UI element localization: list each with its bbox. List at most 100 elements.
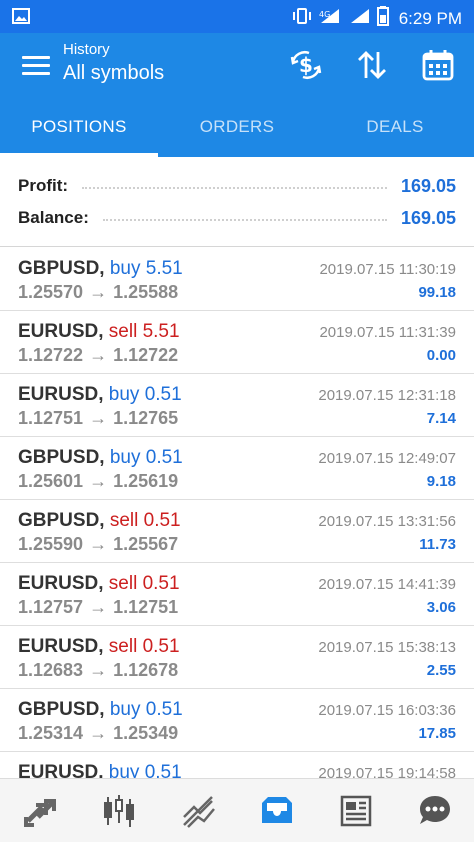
tab-orders[interactable]: ORDERS xyxy=(158,97,316,157)
sort-button[interactable] xyxy=(354,47,390,83)
trade-row[interactable]: EURUSD, sell 0.51 1.12757 → 1.12751 2019.0… xyxy=(0,563,474,626)
dotted-leader xyxy=(102,219,387,221)
close-price: 1.25619 xyxy=(113,471,179,491)
trade-symbol: EURUSD, xyxy=(18,384,104,405)
svg-text:4G: 4G xyxy=(319,10,330,19)
open-price: 1.12683 xyxy=(18,660,84,680)
trade-row[interactable]: EURUSD, sell 5.51 1.12722 → 1.12722 2019.0… xyxy=(0,311,474,374)
nav-trade[interactable] xyxy=(158,779,237,842)
trade-time: 2019.07.15 12:31:18 xyxy=(318,387,456,404)
trade-symbol: EURUSD, xyxy=(18,762,104,778)
battery-icon xyxy=(376,6,389,31)
trade-profit: 11.73 xyxy=(419,536,456,553)
trade-icon xyxy=(182,795,215,828)
chart-icon xyxy=(103,794,134,827)
image-notification-icon xyxy=(12,8,30,29)
trade-symbol: EURUSD, xyxy=(18,321,104,342)
close-price: 1.25588 xyxy=(113,282,179,302)
tab-deals[interactable]: DEALS xyxy=(316,97,474,157)
currency-exchange-icon: $ xyxy=(290,51,322,79)
trade-side: buy 0.51 xyxy=(108,384,182,405)
close-price: 1.12722 xyxy=(113,345,179,365)
arrow-icon: → xyxy=(89,597,108,617)
trade-time: 2019.07.15 11:30:19 xyxy=(319,261,456,278)
trade-profit: 2.55 xyxy=(426,662,456,679)
trade-symbol: GBPUSD, xyxy=(18,510,105,531)
trade-row[interactable]: EURUSD, buy 0.51 2019.07.15 19:14:58 xyxy=(0,752,474,778)
trade-time: 2019.07.15 12:49:07 xyxy=(318,450,456,467)
trade-time: 2019.07.15 11:31:39 xyxy=(319,324,456,341)
profit-value: 169.05 xyxy=(400,175,456,196)
calendar-button[interactable] xyxy=(420,47,456,83)
nav-chart[interactable] xyxy=(79,779,158,842)
header-titles: History All symbols xyxy=(63,41,164,87)
profit-label: Profit: xyxy=(18,176,69,195)
arrow-icon: → xyxy=(89,660,108,680)
trade-row[interactable]: GBPUSD, buy 0.51 1.25601 → 1.25619 2019.07… xyxy=(0,437,474,500)
trade-time: 2019.07.15 16:03:36 xyxy=(318,702,456,719)
signal-icon-1: 4G xyxy=(319,7,343,30)
history-icon xyxy=(261,796,292,823)
nav-news[interactable] xyxy=(316,779,395,842)
arrow-icon: → xyxy=(89,408,108,428)
open-price: 1.25570 xyxy=(18,282,84,302)
open-price: 1.12757 xyxy=(18,597,84,617)
trade-row[interactable]: GBPUSD, sell 0.51 1.25590 → 1.25567 2019.0… xyxy=(0,500,474,563)
trade-symbol: GBPUSD, xyxy=(18,447,105,468)
calendar-icon xyxy=(422,50,454,81)
menu-button[interactable] xyxy=(22,51,50,79)
close-price: 1.12678 xyxy=(113,660,179,680)
open-price: 1.25590 xyxy=(18,534,84,554)
trade-row[interactable]: GBPUSD, buy 5.51 1.25570 → 1.25588 2019.07… xyxy=(0,248,474,311)
history-tabs: POSITIONS ORDERS DEALS xyxy=(0,97,474,157)
bottom-navigation xyxy=(0,778,474,842)
nav-history[interactable] xyxy=(237,779,316,842)
arrow-icon: → xyxy=(89,534,108,554)
trade-side: sell 5.51 xyxy=(108,321,180,342)
dotted-leader xyxy=(82,187,387,189)
balance-row: Balance: 169.05 xyxy=(18,203,456,233)
open-price: 1.12722 xyxy=(18,345,84,365)
nav-chat[interactable] xyxy=(395,779,474,842)
status-time: 6:29 PM xyxy=(398,8,462,28)
positions-list[interactable]: GBPUSD, buy 5.51 1.25570 → 1.25588 2019.07… xyxy=(0,248,474,778)
sort-icon xyxy=(358,51,386,79)
trade-row[interactable]: EURUSD, buy 0.51 1.12751 → 1.12765 2019.07… xyxy=(0,374,474,437)
currency-exchange-button[interactable]: $ xyxy=(288,47,324,83)
header-actions: $ xyxy=(288,47,456,83)
profit-row: Profit: 169.05 xyxy=(18,171,456,201)
header-title[interactable]: All symbols xyxy=(63,59,164,87)
chat-icon xyxy=(419,795,450,824)
close-price: 1.12751 xyxy=(113,597,179,617)
arrow-icon: → xyxy=(89,723,108,743)
trade-symbol: GBPUSD, xyxy=(18,258,105,279)
trade-symbol: GBPUSD, xyxy=(18,699,105,720)
menu-icon xyxy=(22,55,50,59)
trade-symbol: EURUSD, xyxy=(18,573,104,594)
tab-positions[interactable]: POSITIONS xyxy=(0,97,158,157)
trade-side: buy 0.51 xyxy=(109,447,183,468)
trade-side: buy 5.51 xyxy=(109,258,183,279)
close-price: 1.12765 xyxy=(113,408,179,428)
open-price: 1.25314 xyxy=(18,723,84,743)
trade-side: buy 0.51 xyxy=(109,699,183,720)
account-summary: Profit: 169.05 Balance: 169.05 xyxy=(0,157,474,247)
arrow-icon: → xyxy=(89,282,108,302)
trade-symbol: EURUSD, xyxy=(18,636,104,657)
arrow-icon: → xyxy=(89,345,108,365)
trade-side: sell 0.51 xyxy=(108,636,180,657)
trade-row[interactable]: EURUSD, sell 0.51 1.12683 → 1.12678 2019.0… xyxy=(0,626,474,689)
trade-profit: 99.18 xyxy=(418,284,456,301)
close-price: 1.25567 xyxy=(113,534,179,554)
trade-time: 2019.07.15 15:38:13 xyxy=(318,639,456,656)
signal-icon-2 xyxy=(349,7,371,30)
open-price: 1.25601 xyxy=(18,471,84,491)
nav-quotes[interactable] xyxy=(0,779,79,842)
close-price: 1.25349 xyxy=(113,723,179,743)
trade-profit: 3.06 xyxy=(426,599,456,616)
open-price: 1.12751 xyxy=(18,408,84,428)
trade-row[interactable]: GBPUSD, buy 0.51 1.25314 → 1.25349 2019.07… xyxy=(0,689,474,752)
trade-time: 2019.07.15 13:31:56 xyxy=(318,513,456,530)
vibrate-icon xyxy=(291,7,313,30)
trade-profit: 7.14 xyxy=(426,410,456,427)
